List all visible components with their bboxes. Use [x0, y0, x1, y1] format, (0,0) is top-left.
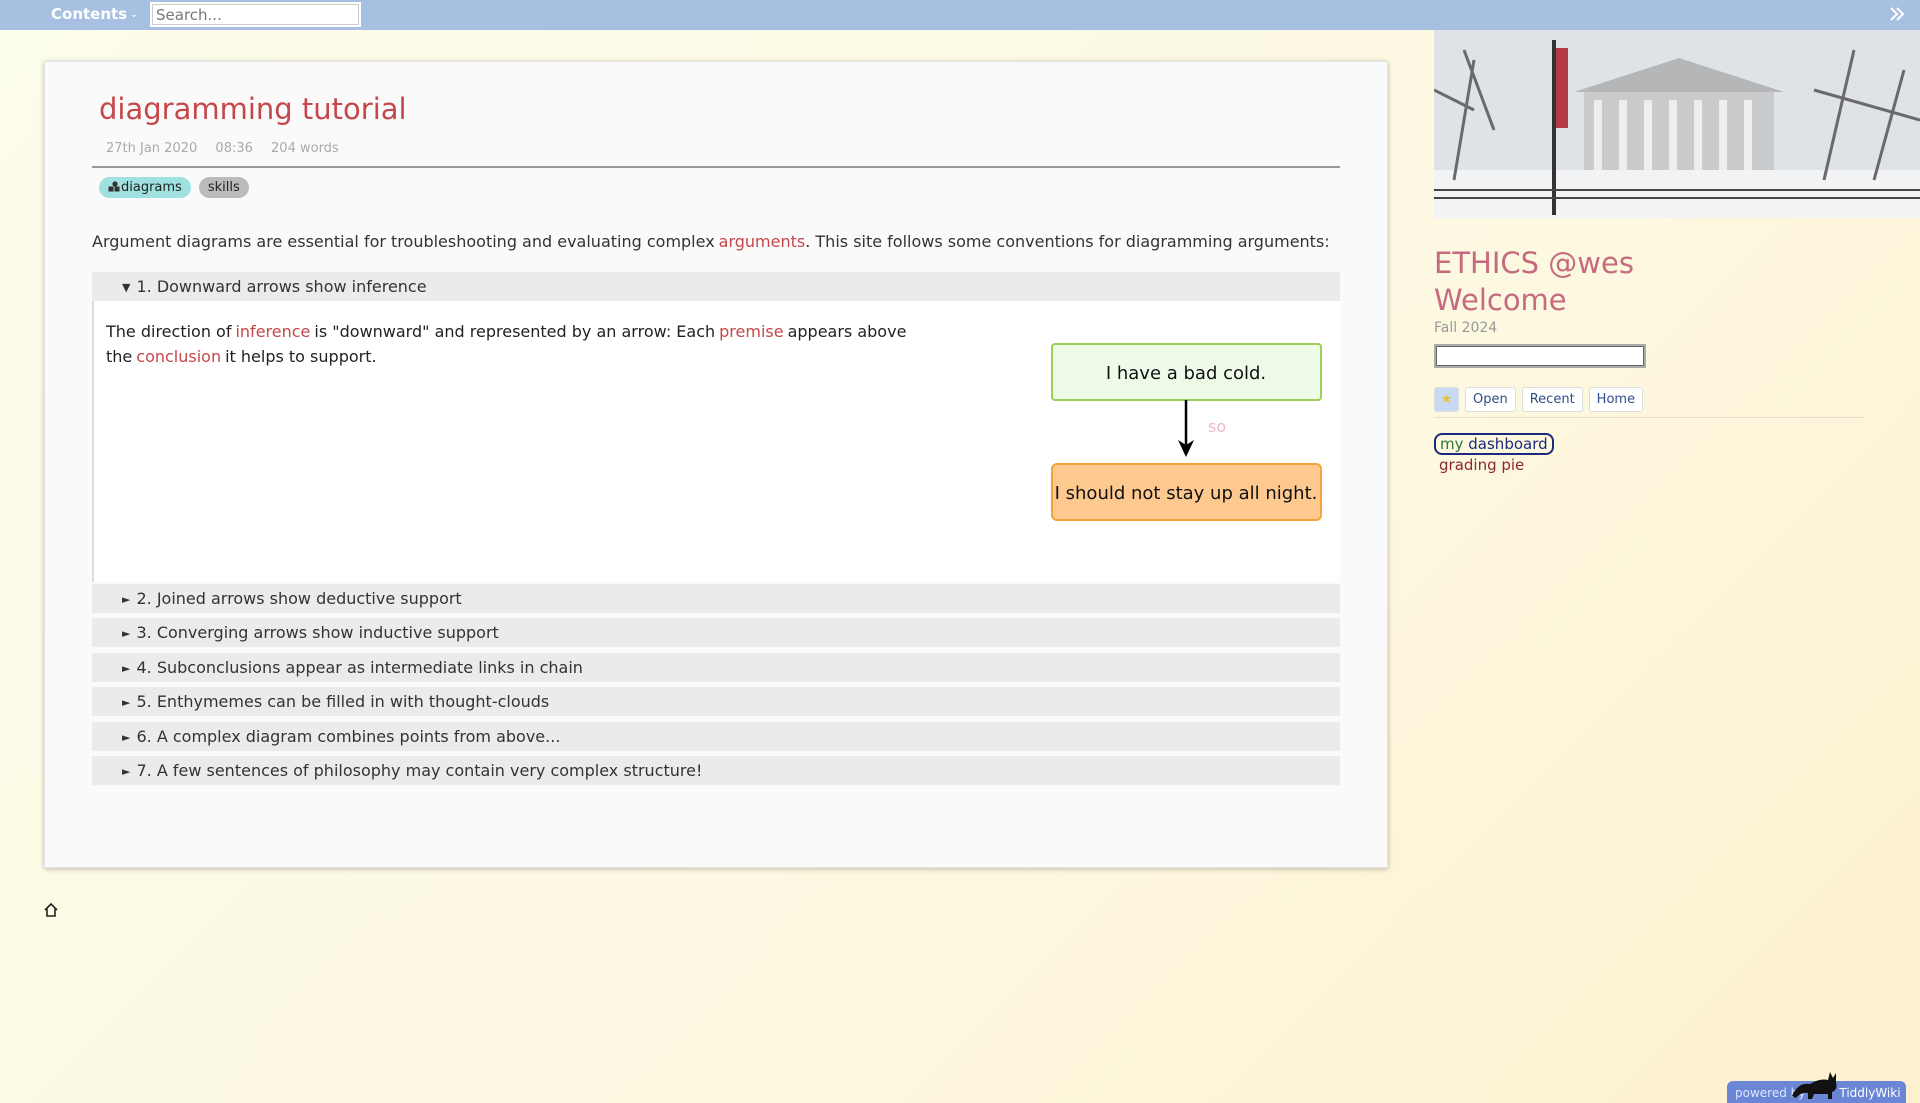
site-title-line-2: Welcome — [1434, 283, 1567, 317]
dashboard-link-my: my — [1440, 435, 1464, 453]
section-1-summary[interactable]: ▼ 1. Downward arrows show inference — [92, 272, 1340, 301]
tiddlywiki-cat-logo — [1792, 1072, 1837, 1099]
intro-text-after: . This site follows some conventions for… — [805, 232, 1330, 251]
section-2[interactable]: ► 2. Joined arrows show deductive support — [92, 584, 1340, 613]
section-5[interactable]: ► 5. Enthymemes can be filled in with tho… — [92, 687, 1340, 716]
section-2-label: 2. Joined arrows show deductive support — [136, 589, 462, 608]
tag-diagrams-label: diagrams — [121, 180, 182, 195]
star-icon[interactable]: ★ — [1434, 387, 1459, 412]
campus-banner-image — [1434, 30, 1920, 218]
intro-paragraph: Argument diagrams are essential for trou… — [92, 232, 1330, 251]
section-5-summary[interactable]: ► 5. Enthymemes can be filled in with tho… — [92, 687, 1340, 716]
conclusion-text: I should not stay up all night. — [1055, 483, 1318, 504]
site-subtitle: Fall 2024 — [1434, 320, 1498, 336]
argument-diagram: I have a bad cold. so I should not stay … — [1051, 343, 1322, 521]
tiddler-time: 08:36 — [215, 141, 253, 156]
triangle-right-icon: ► — [122, 696, 131, 709]
search-input[interactable] — [150, 2, 361, 27]
section-5-label: 5. Enthymemes can be filled in with thou… — [136, 692, 550, 711]
section-3-label: 3. Converging arrows show inductive supp… — [136, 623, 499, 642]
section-4-label: 4. Subconclusions appear as intermediate… — [136, 658, 583, 677]
tiddler-meta: 27th Jan 2020 08:36 204 words — [106, 141, 353, 156]
contents-menu-button[interactable]: Contents ⌄ — [51, 5, 138, 23]
section-3-summary[interactable]: ► 3. Converging arrows show inductive sup… — [92, 618, 1340, 647]
site-title-line-1: ETHICS @wes — [1434, 246, 1634, 280]
tiddlywiki-text: TiddlyWiki — [1839, 1086, 1901, 1100]
tab-home[interactable]: Home — [1588, 387, 1644, 412]
intro-text-before: Argument diagrams are essential for trou… — [92, 232, 715, 251]
tab-recent[interactable]: Recent — [1521, 387, 1583, 412]
triangle-right-icon: ► — [122, 765, 131, 778]
double-chevron-right-icon[interactable] — [1888, 5, 1906, 23]
home-icon[interactable] — [43, 902, 59, 918]
top-bar: Contents ⌄ — [0, 0, 1920, 30]
sidebar-search-input[interactable] — [1434, 344, 1646, 368]
site-title: ETHICS @wes Welcome — [1434, 245, 1634, 319]
tag-list: diagrams skills — [99, 177, 249, 198]
section-4[interactable]: ► 4. Subconclusions appear as intermediat… — [92, 653, 1340, 682]
title-divider — [92, 166, 1340, 168]
tab-open[interactable]: Open — [1465, 387, 1516, 412]
contents-label: Contents — [51, 5, 128, 23]
section-1-label: 1. Downward arrows show inference — [136, 277, 427, 296]
section-6-summary[interactable]: ► 6. A complex diagram combines points fr… — [92, 722, 1340, 751]
connector-label: so — [1208, 417, 1226, 436]
triangle-right-icon: ► — [122, 731, 131, 744]
tiddler-word-count: 204 words — [271, 141, 339, 156]
chevron-down-icon: ⌄ — [130, 10, 138, 20]
tag-skills[interactable]: skills — [198, 177, 249, 198]
my-dashboard-link[interactable]: my dashboard — [1434, 433, 1554, 455]
premise-text: I have a bad cold. — [1106, 363, 1266, 384]
section-7-label: 7. A few sentences of philosophy may con… — [136, 761, 703, 780]
triangle-right-icon: ► — [122, 662, 131, 675]
section-1-body: The direction of inference is "downward" a… — [92, 301, 1340, 582]
dashboard-link-dashboard: dashboard — [1468, 435, 1548, 453]
section-6-label: 6. A complex diagram combines points fro… — [136, 727, 561, 746]
grading-pie-link[interactable]: grading pie — [1439, 456, 1524, 474]
tiddler-title: diagramming tutorial — [99, 92, 407, 126]
tiddler-date: 27th Jan 2020 — [106, 141, 198, 156]
link-arguments[interactable]: arguments — [719, 232, 806, 251]
triangle-right-icon: ► — [122, 627, 131, 640]
tiddler-frame: diagramming tutorial 27th Jan 2020 08:36… — [44, 61, 1388, 868]
section-6[interactable]: ► 6. A complex diagram combines points fr… — [92, 722, 1340, 751]
triangle-down-icon: ▼ — [122, 281, 131, 294]
triangle-right-icon: ► — [122, 593, 131, 606]
sidebar-divider — [1434, 417, 1864, 418]
section-1: ▼ 1. Downward arrows show inference The d… — [92, 272, 1340, 582]
section-7[interactable]: ► 7. A few sentences of philosophy may co… — [92, 756, 1340, 785]
diagram-icon — [108, 181, 120, 192]
tag-diagrams[interactable]: diagrams — [99, 177, 191, 198]
sidebar-tabs: ★ Open Recent Home — [1434, 387, 1644, 412]
section-2-summary[interactable]: ► 2. Joined arrows show deductive support — [92, 584, 1340, 613]
section-4-summary[interactable]: ► 4. Subconclusions appear as intermediat… — [92, 653, 1340, 682]
section-7-summary[interactable]: ► 7. A few sentences of philosophy may co… — [92, 756, 1340, 785]
section-3[interactable]: ► 3. Converging arrows show inductive sup… — [92, 618, 1340, 647]
